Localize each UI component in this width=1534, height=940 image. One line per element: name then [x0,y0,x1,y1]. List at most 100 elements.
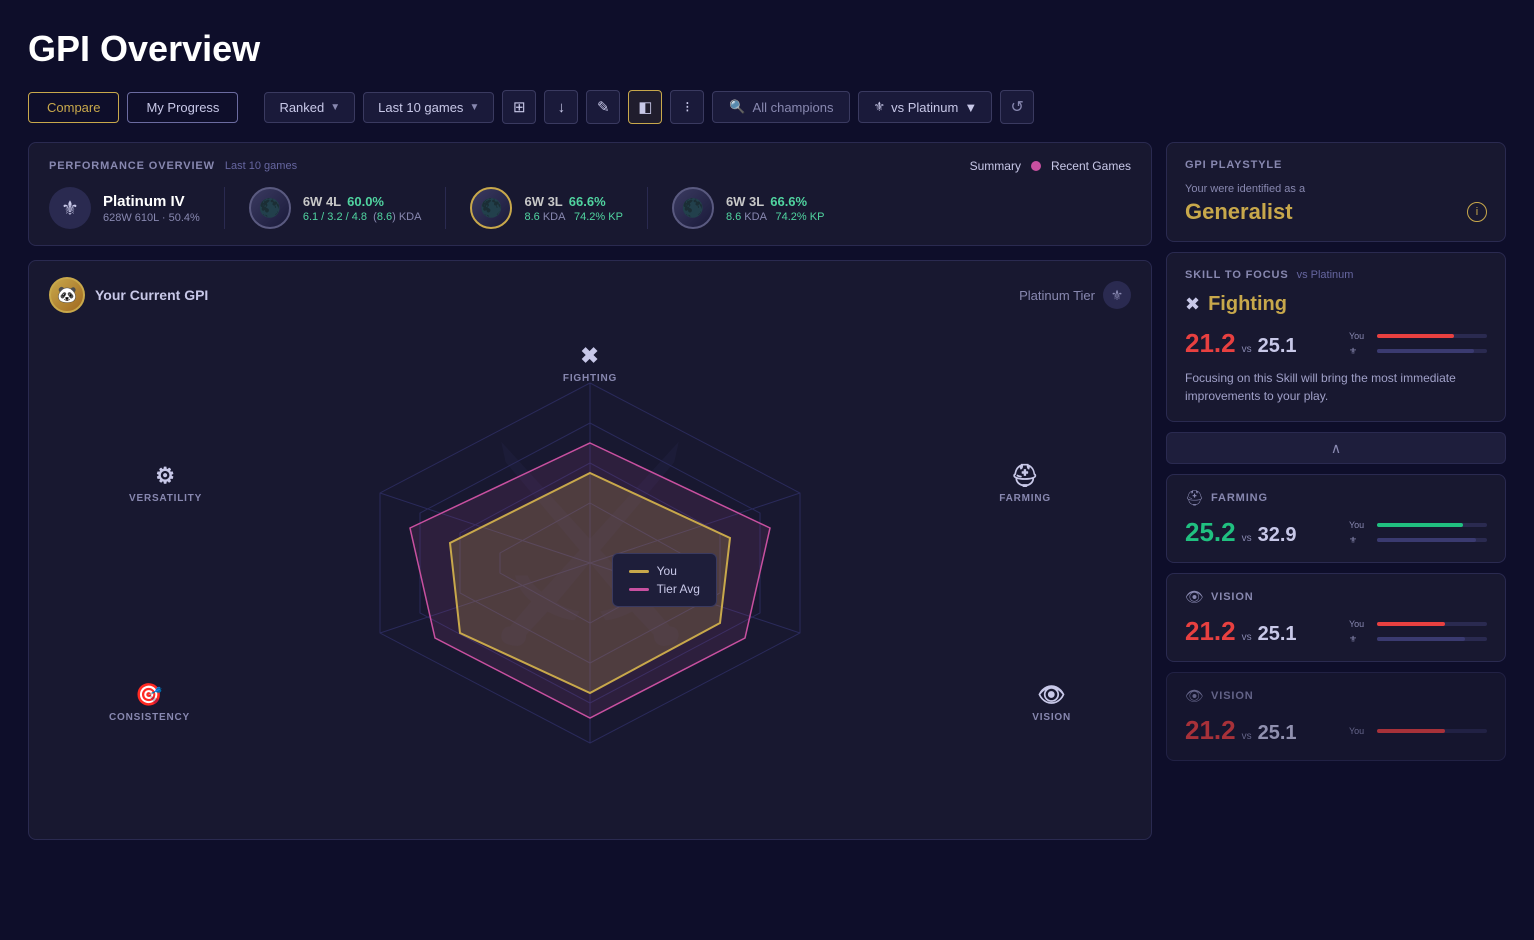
tier-bar-track [1377,349,1487,353]
farming-card: ⛑ FARMING 25.2 vs 32.9 You [1166,474,1506,563]
gpi-avatar: 🐼 [49,277,85,313]
refresh-button[interactable]: ↺ [1000,90,1034,124]
gpi-playstyle-card: GPI PLAYSTYLE Your were identified as a … [1166,142,1506,242]
radar-svg [280,343,900,783]
perf-toggle: Summary Recent Games [970,159,1131,173]
compare-tab[interactable]: Compare [28,92,119,123]
consistency-icon: 🎯 [135,682,163,708]
skill-desc: Focusing on this Skill will bring the mo… [1185,369,1487,405]
farming-mini-icon: ⛑ [1185,489,1204,507]
vision2-score-row: 21.2 vs 25.1 You [1185,715,1487,746]
champ3-winpct: 66.6% [770,194,807,209]
farming-bars: You ⚜ [1349,520,1487,546]
rank-info: Platinum IV 628W 610L · 50.4% [103,193,200,224]
farming-you-fill [1377,523,1463,527]
versatility-icon: ⚙ [155,463,176,489]
you-bar-fill [1377,334,1454,338]
you-bar-label: You [1349,331,1371,341]
score-left: 21.2 vs 25.1 [1185,328,1297,359]
page-title: GPI Overview [28,28,1506,70]
vision-icon: 👁 [1037,682,1066,708]
ranked-dropdown[interactable]: Ranked ▼ [264,92,355,123]
tooltip-line-tier [629,588,649,591]
champ3-stats: 6W 3L 66.6% 8.6 KDA 74.2% KP [726,194,824,223]
champ2-icon: 🌑 [470,187,512,229]
vision2-vs: vs [1242,731,1252,742]
tier-icon: ⚜ [873,99,885,115]
vision-vs: vs [1242,632,1252,643]
tier-score: 25.1 [1258,335,1297,358]
farming-tier-score: 32.9 [1258,524,1297,547]
vision-mini-icon: 👁 [1185,588,1204,606]
main-layout: PERFORMANCE OVERVIEW Last 10 games Summa… [28,142,1506,840]
toggle-dot[interactable] [1031,161,1041,171]
bars-col: You ⚜ [1349,331,1487,357]
champ3-kda: 8.6 KDA 74.2% KP [726,211,824,223]
rank-name: Platinum IV [103,193,200,210]
vision-label: 👁 VISION [1032,682,1071,723]
vision-tier-track [1377,637,1487,641]
fighting-label: ✖ FIGHTING [563,343,617,384]
collapse-button[interactable]: ∧ [1166,432,1506,464]
edit-icon-btn[interactable]: ✎ [586,90,620,124]
games-dropdown[interactable]: Last 10 games ▼ [363,92,494,123]
champ1-winpct: 60.0% [347,194,384,209]
you-bar-row: You [1349,331,1487,341]
farming-you-bar: You [1349,520,1487,530]
top-bar: Compare My Progress Ranked ▼ Last 10 gam… [28,90,1506,124]
chevron-up-icon: ∧ [1331,440,1341,457]
generalist-label: Generalist [1185,199,1293,225]
info-icon-btn[interactable]: i [1467,202,1487,222]
radar-tooltip: You Tier Avg [612,553,717,607]
you-bar-track [1377,334,1487,338]
champ2-section: 🌑 6W 3L 66.6% 8.6 KDA 74.2% KP [470,187,647,229]
champ1-icon: 🌑 [249,187,291,229]
tooltip-row-tier: Tier Avg [629,582,700,596]
tier-bar-fill [1377,349,1474,353]
skill-section-title: SKILL TO FOCUS [1185,269,1289,281]
vision2-score-left: 21.2 vs 25.1 [1185,715,1297,746]
vision-score-row: 21.2 vs 25.1 You ⚜ [1185,616,1487,647]
compare-tier-dropdown[interactable]: ⚜ vs Platinum ▼ [858,91,992,123]
sort-icon-btn[interactable]: ↓ [544,90,578,124]
champion-search[interactable]: 🔍 All champions [712,91,850,123]
your-score: 21.2 [1185,328,1236,359]
chevron-down-icon: ▼ [330,102,340,113]
farming-title-row: ⛑ FARMING [1185,489,1487,507]
vision2-mini-icon: 👁 [1185,687,1204,705]
farming-vs: vs [1242,533,1252,544]
chevron-down-icon: ▼ [964,100,977,115]
perf-row: ⚜ Platinum IV 628W 610L · 50.4% 🌑 6W 4L [49,187,1131,229]
chart-icon-btn[interactable]: ◧ [628,90,662,124]
recent-games-toggle[interactable]: Recent Games [1051,159,1131,173]
vision-you-bar: You [1349,619,1487,629]
vision2-you-track [1377,729,1487,733]
left-panel: PERFORMANCE OVERVIEW Last 10 games Summa… [28,142,1152,840]
grid-icon-btn[interactable]: ⊞ [502,90,536,124]
vision-tier-bar: ⚜ [1349,634,1487,645]
vision2-you-fill [1377,729,1445,733]
chevron-down-icon: ▼ [469,102,479,113]
skill-title-row: SKILL TO FOCUS vs Platinum [1185,269,1487,281]
farming-icon: ⛑ [1011,463,1040,489]
champ1-section: 🌑 6W 4L 60.0% 6.1 / 3.2 / 4.8 (8.6) KDA [249,187,447,229]
consistency-label: 🎯 CONSISTENCY [109,682,190,723]
vision2-bars: You [1349,726,1487,736]
champ1-stats: 6W 4L 60.0% 6.1 / 3.2 / 4.8 (8.6) KDA [303,194,422,223]
farming-score-left: 25.2 vs 32.9 [1185,517,1297,548]
summary-toggle[interactable]: Summary [970,159,1021,173]
your-gpi-label: 🐼 Your Current GPI [49,277,208,313]
rank-lp: 628W 610L · 50.4% [103,212,200,224]
identified-as-text: Your were identified as a [1185,183,1487,195]
champ1-kda: 6.1 / 3.2 / 4.8 (8.6) KDA [303,211,422,223]
info-icon-btn[interactable]: ⁝ [670,90,704,124]
farming-tier-fill [1377,538,1476,542]
vision2-title: VISION [1211,690,1254,702]
vision2-tier-score: 25.1 [1258,722,1297,745]
right-panel: GPI PLAYSTYLE Your were identified as a … [1166,142,1506,840]
farming-tier-bar: ⚜ [1349,535,1487,546]
vision-card-2: 👁 VISION 21.2 vs 25.1 You [1166,672,1506,761]
my-progress-tab[interactable]: My Progress [127,92,238,123]
tooltip-row-you: You [629,564,700,578]
platinum-tier: Platinum Tier ⚜ [1019,281,1131,309]
